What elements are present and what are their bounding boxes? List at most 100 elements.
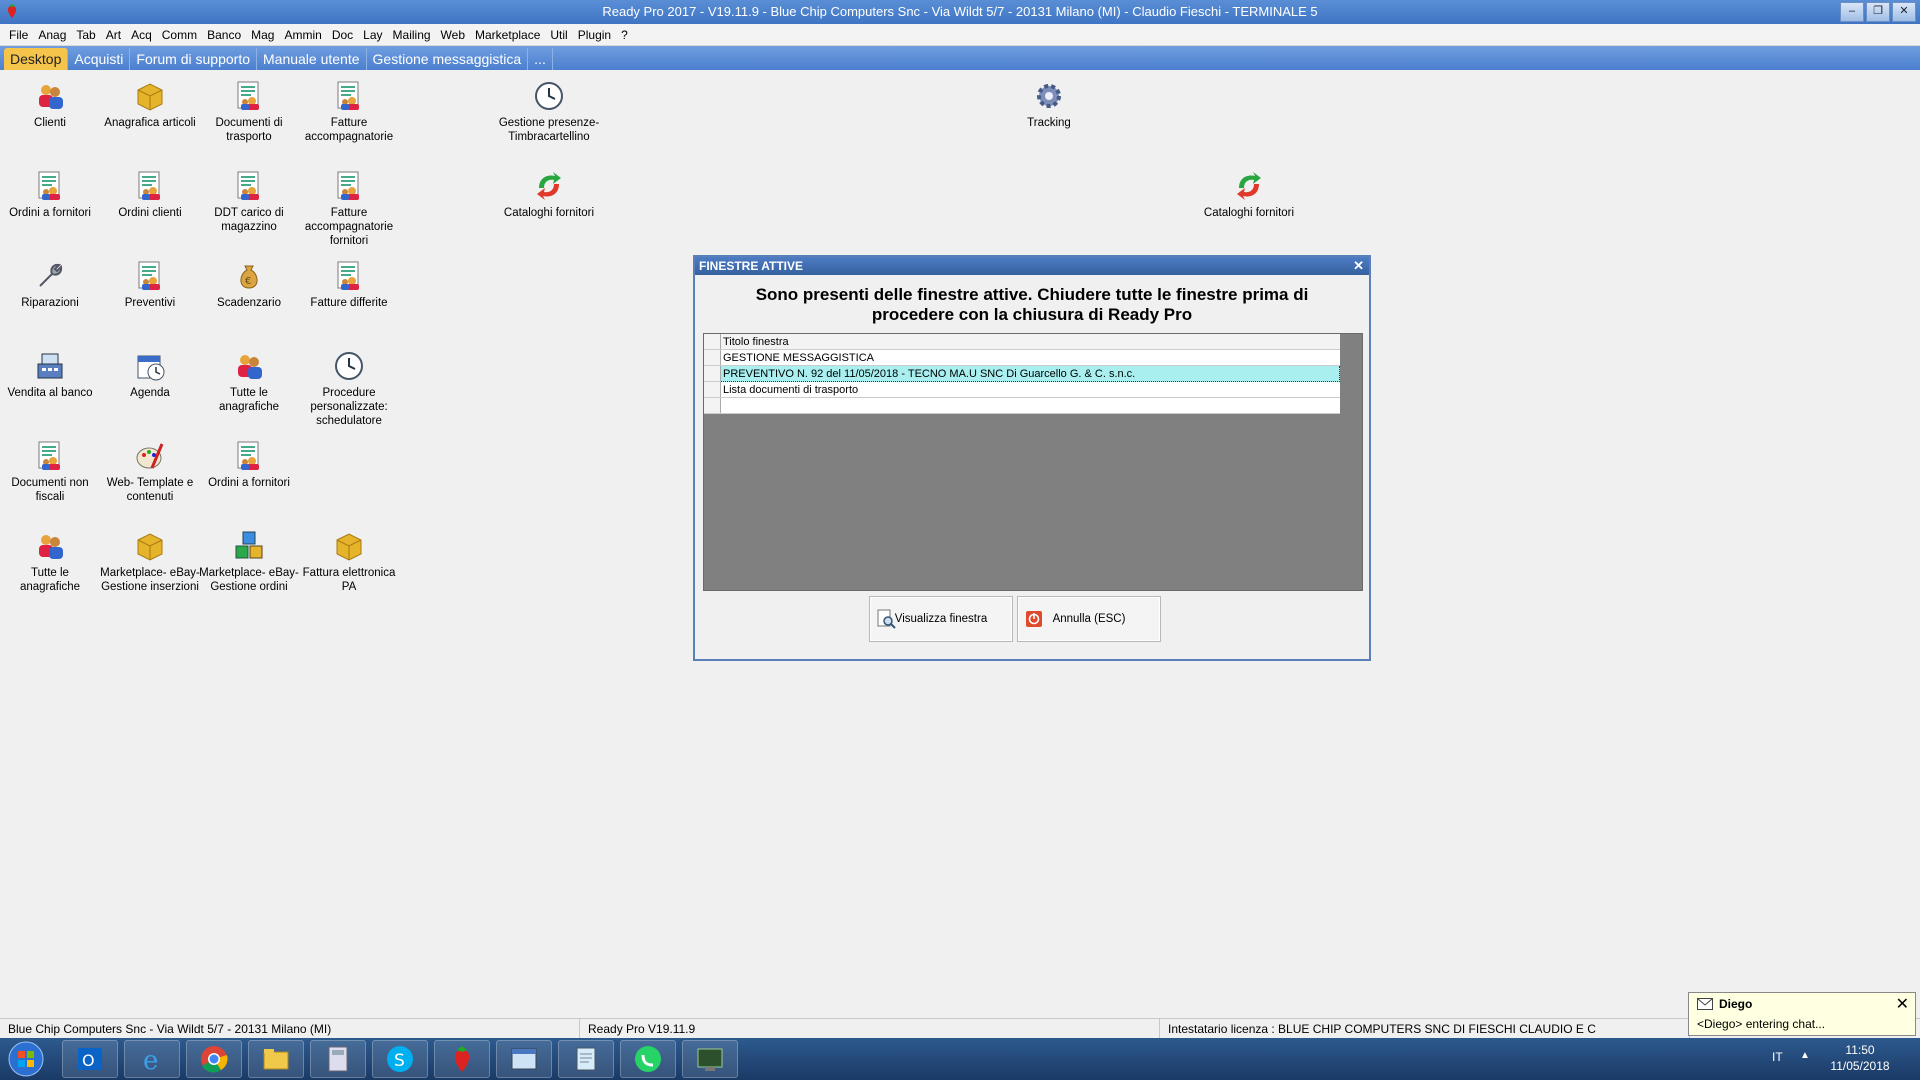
cancel-button[interactable]: Annulla (ESC) bbox=[1017, 596, 1161, 642]
strawberry-app-icon[interactable] bbox=[4, 3, 20, 19]
document-people-icon bbox=[34, 440, 66, 472]
table-row[interactable]: Lista documenti di trasporto bbox=[704, 381, 1340, 398]
menu-acq[interactable]: Acq bbox=[126, 28, 157, 42]
taskbar-explorer[interactable] bbox=[248, 1040, 304, 1078]
document-people-icon bbox=[34, 170, 66, 202]
tab-more[interactable]: ... bbox=[528, 48, 553, 70]
desktop-icon-cataloghi-fornitori-2[interactable]: Cataloghi fornitori bbox=[1199, 170, 1299, 220]
taskbar-skype[interactable]: S bbox=[372, 1040, 428, 1078]
menu-mailing[interactable]: Mailing bbox=[388, 28, 436, 42]
row-selector[interactable] bbox=[704, 349, 721, 366]
taskbar-ie[interactable]: e bbox=[124, 1040, 180, 1078]
close-window-button[interactable]: ✕ bbox=[1892, 2, 1916, 22]
row-selector[interactable] bbox=[704, 365, 721, 382]
menu-doc[interactable]: Doc bbox=[327, 28, 358, 42]
tab-forum[interactable]: Forum di supporto bbox=[130, 48, 257, 70]
desktop-icon-tutte-anagrafiche[interactable]: Tutte le anagrafiche bbox=[199, 350, 299, 414]
taskbar-chrome[interactable] bbox=[186, 1040, 242, 1078]
minimize-button[interactable]: – bbox=[1840, 2, 1864, 22]
desktop-icon-fatture-accompagnatorie-fornitori[interactable]: Fatture accompagnatorie fornitori bbox=[299, 170, 399, 248]
maximize-button[interactable]: ❐ bbox=[1866, 2, 1890, 22]
menu-art[interactable]: Art bbox=[101, 28, 126, 42]
menu-comm[interactable]: Comm bbox=[157, 28, 202, 42]
menu-util[interactable]: Util bbox=[545, 28, 572, 42]
window-title-cell[interactable]: Lista documenti di trasporto bbox=[720, 381, 1340, 398]
exchange-arrows-icon bbox=[533, 170, 565, 202]
taskbar-ready-pro[interactable] bbox=[434, 1040, 490, 1078]
desktop-icon-fatture-accompagnatorie[interactable]: Fatture accompagnatorie bbox=[299, 80, 399, 144]
desktop-icon-ordini-fornitori-2[interactable]: Ordini a fornitori bbox=[199, 440, 299, 490]
desktop-icon-preventivi[interactable]: Preventivi bbox=[100, 260, 200, 310]
menu-anag[interactable]: Anag bbox=[33, 28, 71, 42]
desktop-icon-label: Vendita al banco bbox=[7, 387, 93, 399]
tab-acquisti[interactable]: Acquisti bbox=[68, 48, 131, 70]
taskbar-terminal-app[interactable] bbox=[682, 1040, 738, 1078]
taskbar-notepad[interactable] bbox=[558, 1040, 614, 1078]
chat-notification[interactable]: Diego <Diego> entering chat... ✕ bbox=[1688, 992, 1916, 1036]
window-title-cell[interactable]: GESTIONE MESSAGGISTICA bbox=[720, 349, 1340, 366]
people-icon bbox=[34, 530, 66, 562]
row-selector[interactable] bbox=[704, 381, 721, 398]
taskbar-calculator[interactable] bbox=[310, 1040, 366, 1078]
desktop-icon-ordini-clienti[interactable]: Ordini clienti bbox=[100, 170, 200, 220]
desktop-icon-anagrafica-articoli[interactable]: Anagrafica articoli bbox=[100, 80, 200, 130]
desktop-icon-label: DDT carico di magazzino bbox=[214, 207, 284, 233]
active-windows-dialog: FINESTRE ATTIVE ✕ Sono presenti delle fi… bbox=[693, 255, 1371, 661]
tab-desktop[interactable]: Desktop bbox=[4, 48, 69, 70]
view-window-button[interactable]: Visualizza finestra bbox=[869, 596, 1013, 642]
window-title-cell[interactable]: PREVENTIVO N. 92 del 11/05/2018 - TECNO … bbox=[720, 365, 1340, 382]
desktop-icon-clienti[interactable]: Clienti bbox=[0, 80, 100, 130]
desktop-icon-vendita-banco[interactable]: Vendita al banco bbox=[0, 350, 100, 400]
desktop-icon-fatture-differite[interactable]: Fatture differite bbox=[299, 260, 399, 310]
taskbar-window-app[interactable] bbox=[496, 1040, 552, 1078]
internet-explorer-icon: e bbox=[143, 1046, 158, 1074]
system-clock[interactable]: 11:50 11/05/2018 bbox=[1820, 1042, 1900, 1074]
box-icon bbox=[333, 530, 365, 562]
chrome-icon bbox=[201, 1046, 228, 1073]
tab-messaggistica[interactable]: Gestione messaggistica bbox=[367, 48, 529, 70]
menu-plugin[interactable]: Plugin bbox=[573, 28, 616, 42]
menu-lay[interactable]: Lay bbox=[358, 28, 387, 42]
desktop-icon-tracking[interactable]: Tracking bbox=[999, 80, 1099, 130]
desktop-icon-documenti-non-fiscali[interactable]: Documenti non fiscali bbox=[0, 440, 100, 504]
tray-expand-icon[interactable]: ▲ bbox=[1800, 1050, 1810, 1061]
table-row-selected[interactable]: PREVENTIVO N. 92 del 11/05/2018 - TECNO … bbox=[704, 365, 1340, 382]
desktop-icon-label: Preventivi bbox=[124, 297, 176, 309]
menu-banco[interactable]: Banco bbox=[202, 28, 246, 42]
desktop-icon-ebay-ordini[interactable]: Marketplace- eBay-Gestione ordini bbox=[199, 530, 299, 594]
desktop-icon-gestione-presenze[interactable]: Gestione presenze-Timbracartellino bbox=[494, 80, 604, 144]
menu-file[interactable]: File bbox=[4, 28, 33, 42]
taskbar-outlook[interactable]: O bbox=[62, 1040, 118, 1078]
desktop-icon-label: Ordini clienti bbox=[118, 207, 182, 219]
desktop-icon-documenti-trasporto[interactable]: Documenti di trasporto bbox=[199, 80, 299, 144]
desktop-icon-scadenzario[interactable]: Scadenzario bbox=[199, 260, 299, 310]
desktop-icon-riparazioni[interactable]: Riparazioni bbox=[0, 260, 100, 310]
desktop-icon-fattura-elettronica[interactable]: Fattura elettronica PA bbox=[299, 530, 399, 594]
table-row[interactable]: GESTIONE MESSAGGISTICA bbox=[704, 349, 1340, 366]
desktop-icon-agenda[interactable]: Agenda bbox=[100, 350, 200, 400]
desktop-icon-web-template[interactable]: Web- Template e contenuti bbox=[100, 440, 200, 504]
desktop-icon-ordini-fornitori[interactable]: Ordini a fornitori bbox=[0, 170, 100, 220]
menu-tab[interactable]: Tab bbox=[71, 28, 100, 42]
menu-help[interactable]: ? bbox=[616, 28, 633, 42]
tab-manuale[interactable]: Manuale utente bbox=[257, 48, 367, 70]
desktop-icon-label: Agenda bbox=[130, 387, 170, 399]
desktop-icon-cataloghi-fornitori[interactable]: Cataloghi fornitori bbox=[499, 170, 599, 220]
clock-icon bbox=[533, 80, 565, 112]
menu-marketplace[interactable]: Marketplace bbox=[470, 28, 545, 42]
desktop-icon-ddt-carico[interactable]: DDT carico di magazzino bbox=[199, 170, 299, 234]
taskbar-whatsapp[interactable] bbox=[620, 1040, 676, 1078]
window-app-icon bbox=[511, 1048, 537, 1070]
desktop-icon-tutte-anagrafiche-2[interactable]: Tutte le anagrafiche bbox=[0, 530, 100, 594]
menu-web[interactable]: Web bbox=[436, 28, 470, 42]
chat-close-button[interactable]: ✕ bbox=[1896, 994, 1909, 1014]
desktop-icon-ebay-inserzioni[interactable]: Marketplace- eBay-Gestione inserzioni bbox=[100, 530, 200, 594]
menu-ammin[interactable]: Ammin bbox=[279, 28, 326, 42]
document-people-icon bbox=[134, 170, 166, 202]
dialog-close-button[interactable]: ✕ bbox=[1353, 257, 1364, 275]
start-button-icon[interactable] bbox=[4, 1040, 48, 1078]
desktop-icon-procedure-personalizzate[interactable]: Procedure personalizzate: schedulatore bbox=[299, 350, 399, 428]
language-indicator[interactable]: IT bbox=[1772, 1050, 1783, 1064]
menu-mag[interactable]: Mag bbox=[246, 28, 279, 42]
magnifier-document-icon bbox=[877, 609, 896, 629]
